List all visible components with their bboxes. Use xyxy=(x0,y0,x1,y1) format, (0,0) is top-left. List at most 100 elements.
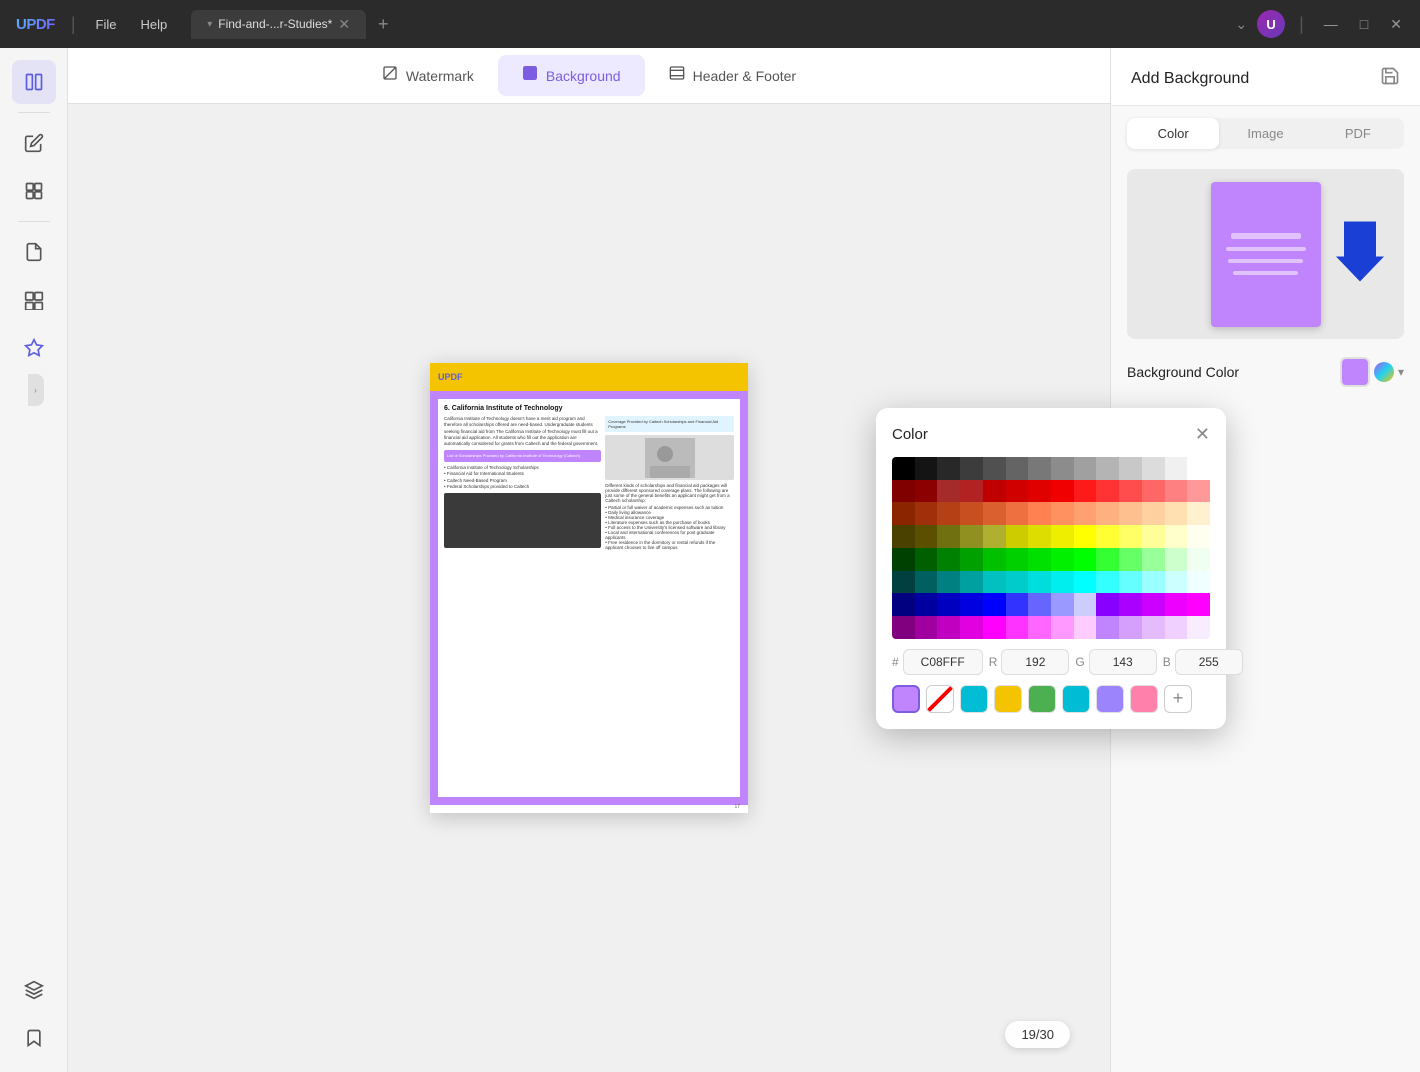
recent-swatch-2[interactable] xyxy=(960,685,988,713)
palette-color-cell[interactable] xyxy=(1142,502,1165,525)
palette-color-cell[interactable] xyxy=(1051,593,1074,616)
color-expand-icon[interactable]: ▾ xyxy=(1398,365,1404,379)
palette-color-cell[interactable] xyxy=(915,480,938,503)
palette-color-cell[interactable] xyxy=(1028,525,1051,548)
palette-color-cell[interactable] xyxy=(937,525,960,548)
sidebar-icon-convert[interactable] xyxy=(12,278,56,322)
sidebar-icon-read[interactable] xyxy=(12,60,56,104)
palette-color-cell[interactable] xyxy=(983,457,1006,480)
minimize-button[interactable]: — xyxy=(1318,14,1344,34)
palette-color-cell[interactable] xyxy=(983,525,1006,548)
palette-color-cell[interactable] xyxy=(1028,457,1051,480)
palette-color-cell[interactable] xyxy=(1006,571,1029,594)
palette-color-cell[interactable] xyxy=(1187,571,1210,594)
hex-input[interactable] xyxy=(903,649,983,675)
palette-color-cell[interactable] xyxy=(983,480,1006,503)
palette-color-cell[interactable] xyxy=(1142,457,1165,480)
palette-color-cell[interactable] xyxy=(1051,457,1074,480)
palette-color-cell[interactable] xyxy=(1142,616,1165,639)
palette-color-cell[interactable] xyxy=(892,548,915,571)
palette-color-cell[interactable] xyxy=(1165,525,1188,548)
palette-color-cell[interactable] xyxy=(937,571,960,594)
document-tab[interactable]: ▾ Find-and-...r-Studies* ✕ xyxy=(191,10,366,39)
palette-color-cell[interactable] xyxy=(915,457,938,480)
file-menu[interactable]: File xyxy=(88,13,125,36)
palette-color-cell[interactable] xyxy=(1074,502,1097,525)
palette-color-cell[interactable] xyxy=(1119,525,1142,548)
palette-color-cell[interactable] xyxy=(915,548,938,571)
color-picker-close-button[interactable]: ✕ xyxy=(1195,424,1210,445)
palette-color-cell[interactable] xyxy=(1119,457,1142,480)
tab-overflow-icon[interactable]: ⌄ xyxy=(1235,16,1247,33)
palette-color-cell[interactable] xyxy=(937,593,960,616)
palette-color-cell[interactable] xyxy=(1051,571,1074,594)
recent-swatch-3[interactable] xyxy=(994,685,1022,713)
palette-color-cell[interactable] xyxy=(1187,616,1210,639)
palette-color-cell[interactable] xyxy=(960,525,983,548)
palette-color-cell[interactable] xyxy=(1142,525,1165,548)
palette-color-cell[interactable] xyxy=(1096,525,1119,548)
palette-color-cell[interactable] xyxy=(1074,616,1097,639)
tab-background[interactable]: Background xyxy=(498,55,645,96)
palette-color-cell[interactable] xyxy=(892,480,915,503)
tab-watermark[interactable]: Watermark xyxy=(358,55,498,96)
recent-swatch-1[interactable] xyxy=(926,685,954,713)
sidebar-icon-edit[interactable] xyxy=(12,121,56,165)
tab-color[interactable]: Color xyxy=(1127,118,1219,149)
tab-close-icon[interactable]: ✕ xyxy=(338,16,350,33)
palette-color-cell[interactable] xyxy=(1187,525,1210,548)
palette-color-cell[interactable] xyxy=(960,593,983,616)
recent-swatch-4[interactable] xyxy=(1028,685,1056,713)
palette-color-cell[interactable] xyxy=(892,616,915,639)
palette-color-cell[interactable] xyxy=(1074,525,1097,548)
palette-color-cell[interactable] xyxy=(1006,525,1029,548)
palette-color-cell[interactable] xyxy=(983,502,1006,525)
palette-color-cell[interactable] xyxy=(1165,571,1188,594)
palette-color-cell[interactable] xyxy=(1119,480,1142,503)
sidebar-icon-organize[interactable] xyxy=(12,169,56,213)
palette-color-cell[interactable] xyxy=(960,502,983,525)
color-gradient-picker[interactable] xyxy=(1374,362,1394,382)
sidebar-icon-pages[interactable] xyxy=(12,230,56,274)
recent-swatch-7[interactable] xyxy=(1130,685,1158,713)
palette-color-cell[interactable] xyxy=(892,593,915,616)
palette-color-cell[interactable] xyxy=(1028,548,1051,571)
save-button[interactable] xyxy=(1380,66,1400,91)
palette-color-cell[interactable] xyxy=(1028,616,1051,639)
palette-color-cell[interactable] xyxy=(983,616,1006,639)
recent-swatch-5[interactable] xyxy=(1062,685,1090,713)
palette-color-cell[interactable] xyxy=(1096,593,1119,616)
recent-swatch-0[interactable] xyxy=(892,685,920,713)
help-menu[interactable]: Help xyxy=(132,13,175,36)
palette-color-cell[interactable] xyxy=(1051,525,1074,548)
palette-color-cell[interactable] xyxy=(1006,480,1029,503)
palette-color-cell[interactable] xyxy=(1074,548,1097,571)
palette-color-cell[interactable] xyxy=(915,616,938,639)
palette-color-cell[interactable] xyxy=(1096,571,1119,594)
add-color-button[interactable]: + xyxy=(1164,685,1192,713)
palette-color-cell[interactable] xyxy=(1119,593,1142,616)
palette-color-cell[interactable] xyxy=(1142,593,1165,616)
palette-color-cell[interactable] xyxy=(1119,548,1142,571)
palette-color-cell[interactable] xyxy=(960,548,983,571)
palette-color-cell[interactable] xyxy=(1028,480,1051,503)
palette-color-cell[interactable] xyxy=(1165,616,1188,639)
palette-color-cell[interactable] xyxy=(1142,480,1165,503)
sidebar-collapse-button[interactable]: › xyxy=(28,374,44,406)
palette-color-cell[interactable] xyxy=(1006,548,1029,571)
palette-color-cell[interactable] xyxy=(1051,480,1074,503)
palette-color-cell[interactable] xyxy=(1028,593,1051,616)
palette-color-cell[interactable] xyxy=(1028,502,1051,525)
palette-color-cell[interactable] xyxy=(1165,502,1188,525)
user-avatar[interactable]: U xyxy=(1257,10,1285,38)
palette-color-cell[interactable] xyxy=(915,502,938,525)
tab-pdf[interactable]: PDF xyxy=(1312,118,1404,149)
palette-color-cell[interactable] xyxy=(1187,548,1210,571)
palette-color-cell[interactable] xyxy=(1165,593,1188,616)
recent-swatch-6[interactable] xyxy=(1096,685,1124,713)
palette-color-cell[interactable] xyxy=(1119,502,1142,525)
palette-color-cell[interactable] xyxy=(1165,457,1188,480)
b-input[interactable] xyxy=(1175,649,1243,675)
palette-color-cell[interactable] xyxy=(1119,571,1142,594)
palette-color-cell[interactable] xyxy=(1142,548,1165,571)
